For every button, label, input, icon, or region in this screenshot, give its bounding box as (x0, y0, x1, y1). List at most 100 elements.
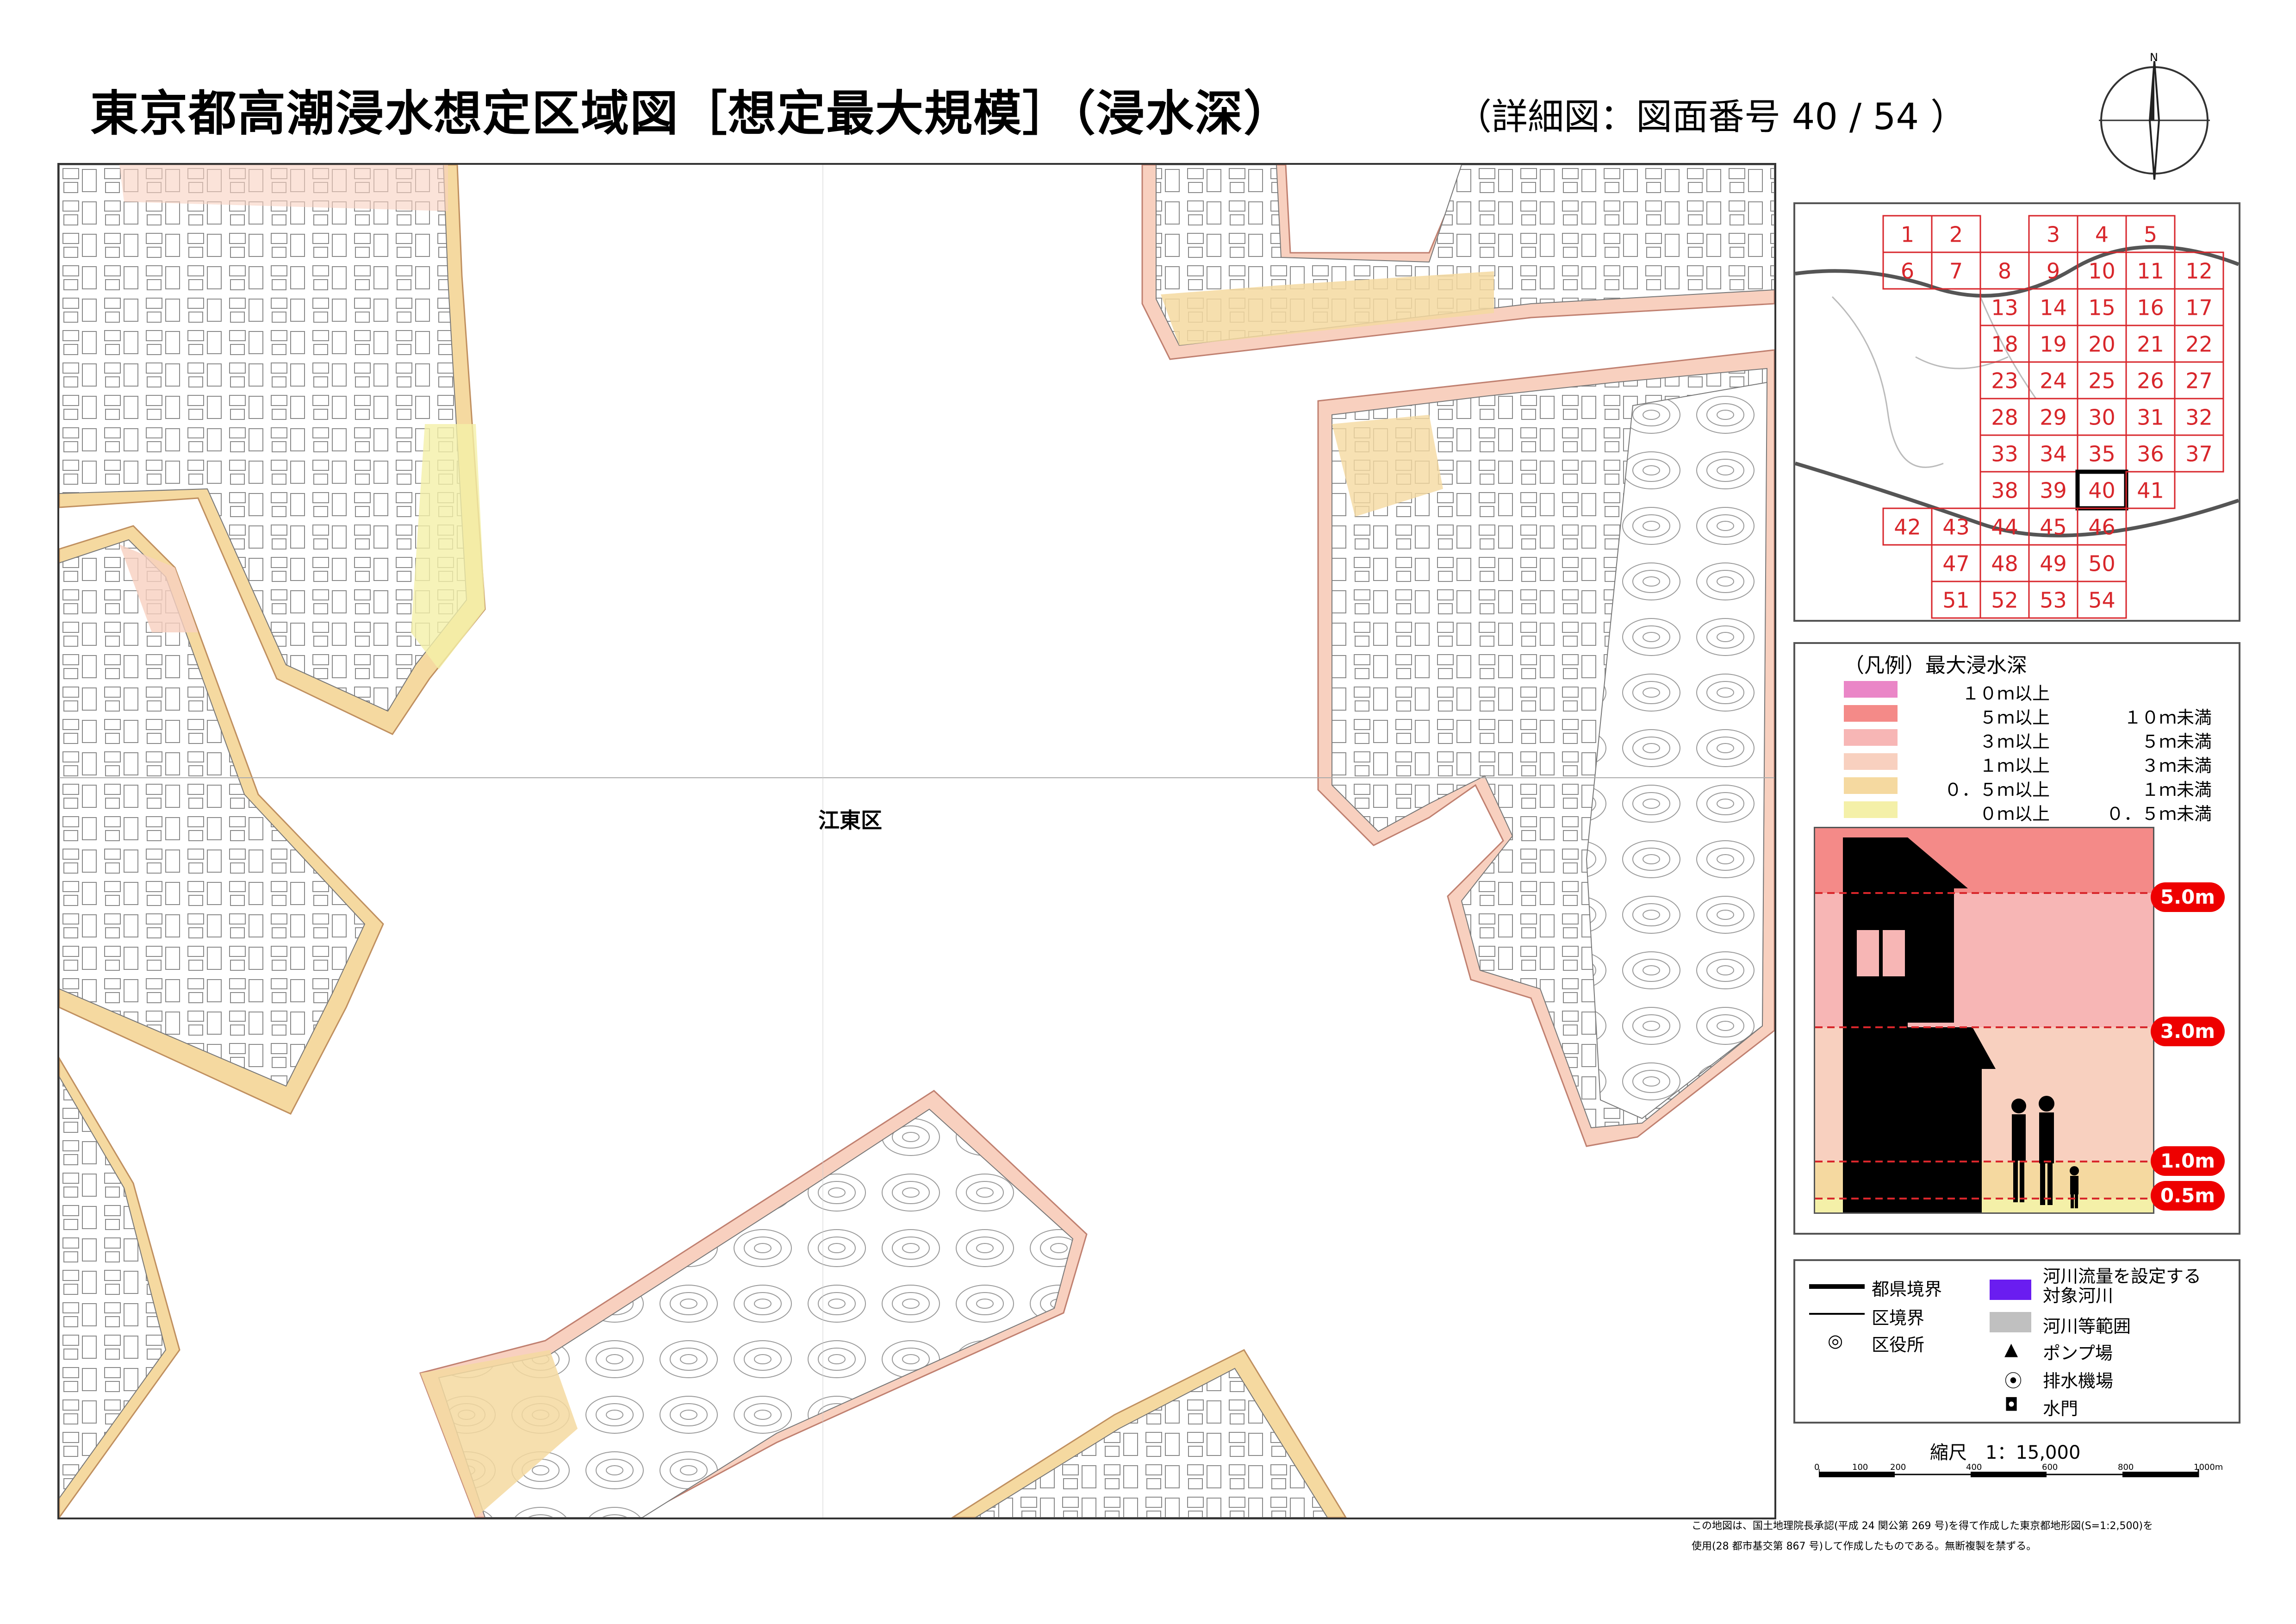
index-cell-label: 44 (1991, 515, 2018, 540)
scale-tick-label: 400 (1966, 1462, 1982, 1472)
index-cell-label: 12 (2185, 259, 2213, 284)
target-river-label-line2: 対象河川 (2043, 1286, 2114, 1306)
index-cell-label: 54 (2088, 588, 2116, 613)
depth-legend-swatch (1844, 777, 1898, 794)
index-cell-label: 17 (2185, 295, 2213, 320)
index-cell-label: 28 (1991, 405, 2018, 430)
depth-legend-lower-bound: ０．５ｍ以上 (1944, 780, 2050, 800)
index-cell-label: 27 (2185, 369, 2213, 394)
index-cell-label: 6 (1901, 259, 1914, 284)
index-cell-label: 41 (2137, 478, 2164, 503)
index-cell-label: 39 (2040, 478, 2067, 503)
depth-legend-panel: （凡例）最大浸水深 １０ｍ以上 ５ｍ以上 １０ｍ未満 ３ｍ以上 ５ｍ未満 １ｍ以上 ３ｍ未満… (1793, 642, 2240, 1235)
island-north-center (1141, 165, 1774, 360)
depth-legend-swatch (1844, 753, 1898, 770)
index-cell-label: 15 (2088, 295, 2116, 320)
index-cell-label: 7 (1949, 259, 1963, 284)
drainage-station-label: 排水機場 (2043, 1371, 2114, 1391)
scale-tick-label: 100 (1852, 1462, 1868, 1472)
depth-legend-swatch (1844, 681, 1898, 698)
depth-marker-05m: 0.5m (2151, 1181, 2225, 1211)
adult-person-icon-2 (2039, 1096, 2054, 1112)
index-cell-label: 21 (2137, 332, 2164, 357)
target-river-label-line1: 河川流量を設定する (2043, 1266, 2202, 1287)
scale-tick-label: 1000m (2194, 1462, 2223, 1472)
index-cell-label: 46 (2088, 515, 2116, 540)
index-cell-label: 35 (2088, 442, 2116, 467)
symbol-legend-panel: 都県境界 区境界 ◎ 区役所 河川流量を設定する 対象河川 河川等範囲 ▲ ポン… (1793, 1259, 2240, 1424)
depth-marker-3m: 3.0m (2151, 1017, 2225, 1046)
index-cell-label: 48 (1991, 551, 2018, 576)
index-cell-label: 42 (1894, 515, 1921, 540)
index-map-svg: 1 2 3 4 56 7 8 9 10 11 1213 14 15 16 1718 19 20 21 2223 24 2… (1794, 215, 2240, 619)
index-cell-label: 31 (2137, 405, 2164, 430)
island-south-east-land (975, 1368, 1328, 1518)
index-cell-label: 5 (2144, 222, 2157, 247)
depth-illustration-svg (1815, 828, 2153, 1212)
scale-tick-label: 600 (2042, 1462, 2058, 1472)
depth-legend-lower-bound: ０ｍ以上 (1979, 804, 2050, 824)
flood-map[interactable]: 江東区 (57, 163, 1776, 1519)
index-cell-label: 47 (1942, 551, 1970, 576)
depth-legend-swatch (1844, 705, 1898, 722)
island-east (1317, 349, 1774, 1147)
scale-tick-label: 200 (1890, 1462, 1906, 1472)
index-cell-label: 3 (2047, 222, 2060, 247)
scale-tick-label: 0 (1814, 1462, 1820, 1472)
depth-legend-title: （凡例）最大浸水深 (1844, 654, 2027, 677)
water-gate-label: 水門 (2043, 1399, 2078, 1419)
north-arrow-icon: N (2094, 51, 2215, 181)
index-cell-label: 43 (1942, 515, 1970, 540)
index-cell-label: 49 (2040, 551, 2067, 576)
index-cell-label: 36 (2137, 442, 2164, 467)
water-gate-icon: ◘ (2004, 1394, 2019, 1415)
index-cell-label: 34 (2040, 442, 2067, 467)
depth-legend-swatch (1844, 729, 1898, 746)
index-cell-label: 8 (1998, 259, 2011, 284)
depth-legend-lower-bound: ５ｍ以上 (1979, 707, 2050, 728)
index-cell-label: 26 (2137, 369, 2164, 394)
index-cell-label: 38 (1991, 478, 2018, 503)
ward-boundary-label: 区境界 (1872, 1308, 1925, 1328)
index-map-grid: 1 2 3 4 56 7 8 9 10 11 1213 14 15 16 1718 19 20 21 2223 24 2… (1882, 215, 2224, 619)
index-cell-label: 29 (2040, 405, 2067, 430)
depth-legend-swatch (1844, 801, 1898, 818)
scale-bar: 0 100 200 400 600 800 1000m (1814, 1462, 2223, 1493)
depth-marker-1m: 1.0m (2151, 1146, 2225, 1176)
scale-label: 縮尺 1：15,000 (1930, 1442, 2081, 1463)
north-label: N (2150, 51, 2158, 64)
copyright-note: この地図は、国土地理院長承認(平成 24 関公第 269 号)を得て作成した東京… (1692, 1516, 2153, 1557)
depth-legend-lower-bound: １０ｍ以上 (1961, 683, 2050, 704)
index-cell-label: 45 (2040, 515, 2067, 540)
depth-marker-5m: 5.0m (2151, 882, 2225, 912)
ward-office-label: 区役所 (1872, 1335, 1925, 1355)
ward-office-icon: ◎ (1828, 1330, 1843, 1351)
ward-boundary-symbol (1809, 1313, 1865, 1315)
index-cell-label: 53 (2040, 588, 2067, 613)
scale-bar-svg (1818, 1469, 2199, 1477)
copyright-line-1: この地図は、国土地理院長承認(平成 24 関公第 269 号)を得て作成した東京… (1692, 1520, 2153, 1532)
index-cell-label: 4 (2095, 222, 2109, 247)
index-cell-label: 25 (2088, 369, 2116, 394)
depth-illustration (1814, 827, 2154, 1214)
index-cell-label: 1 (1901, 222, 1914, 247)
river-area-label: 河川等範囲 (2043, 1316, 2131, 1337)
depth-legend-upper-bound: ０．５ｍ未満 (2106, 804, 2212, 824)
index-cell-label: 52 (1991, 588, 2018, 613)
depth-legend-upper-bound: ５ｍ未満 (2141, 731, 2212, 752)
pref-boundary-symbol (1809, 1284, 1865, 1289)
index-cell-label: 32 (2185, 405, 2213, 430)
target-river-label: 河川流量を設定する 対象河川 (2043, 1267, 2201, 1305)
index-cell-label: 20 (2088, 332, 2116, 357)
index-cell-label: 11 (2137, 259, 2164, 284)
depth-legend-upper-bound: ３ｍ未満 (2141, 756, 2212, 776)
index-cell-label: 19 (2040, 332, 2067, 357)
depth-legend-lower-bound: １ｍ以上 (1979, 756, 2050, 776)
index-cell-label: 33 (1991, 442, 2018, 467)
index-cell-label: 40 (2088, 478, 2116, 503)
house-lower-icon (1843, 1027, 1996, 1212)
index-cell-label: 10 (2088, 259, 2116, 284)
page-title: 東京都高潮浸水想定区域図［想定最大規模］（浸水深） (90, 85, 1293, 142)
index-cell-label: 23 (1991, 369, 2018, 394)
index-cell-label: 16 (2137, 295, 2164, 320)
